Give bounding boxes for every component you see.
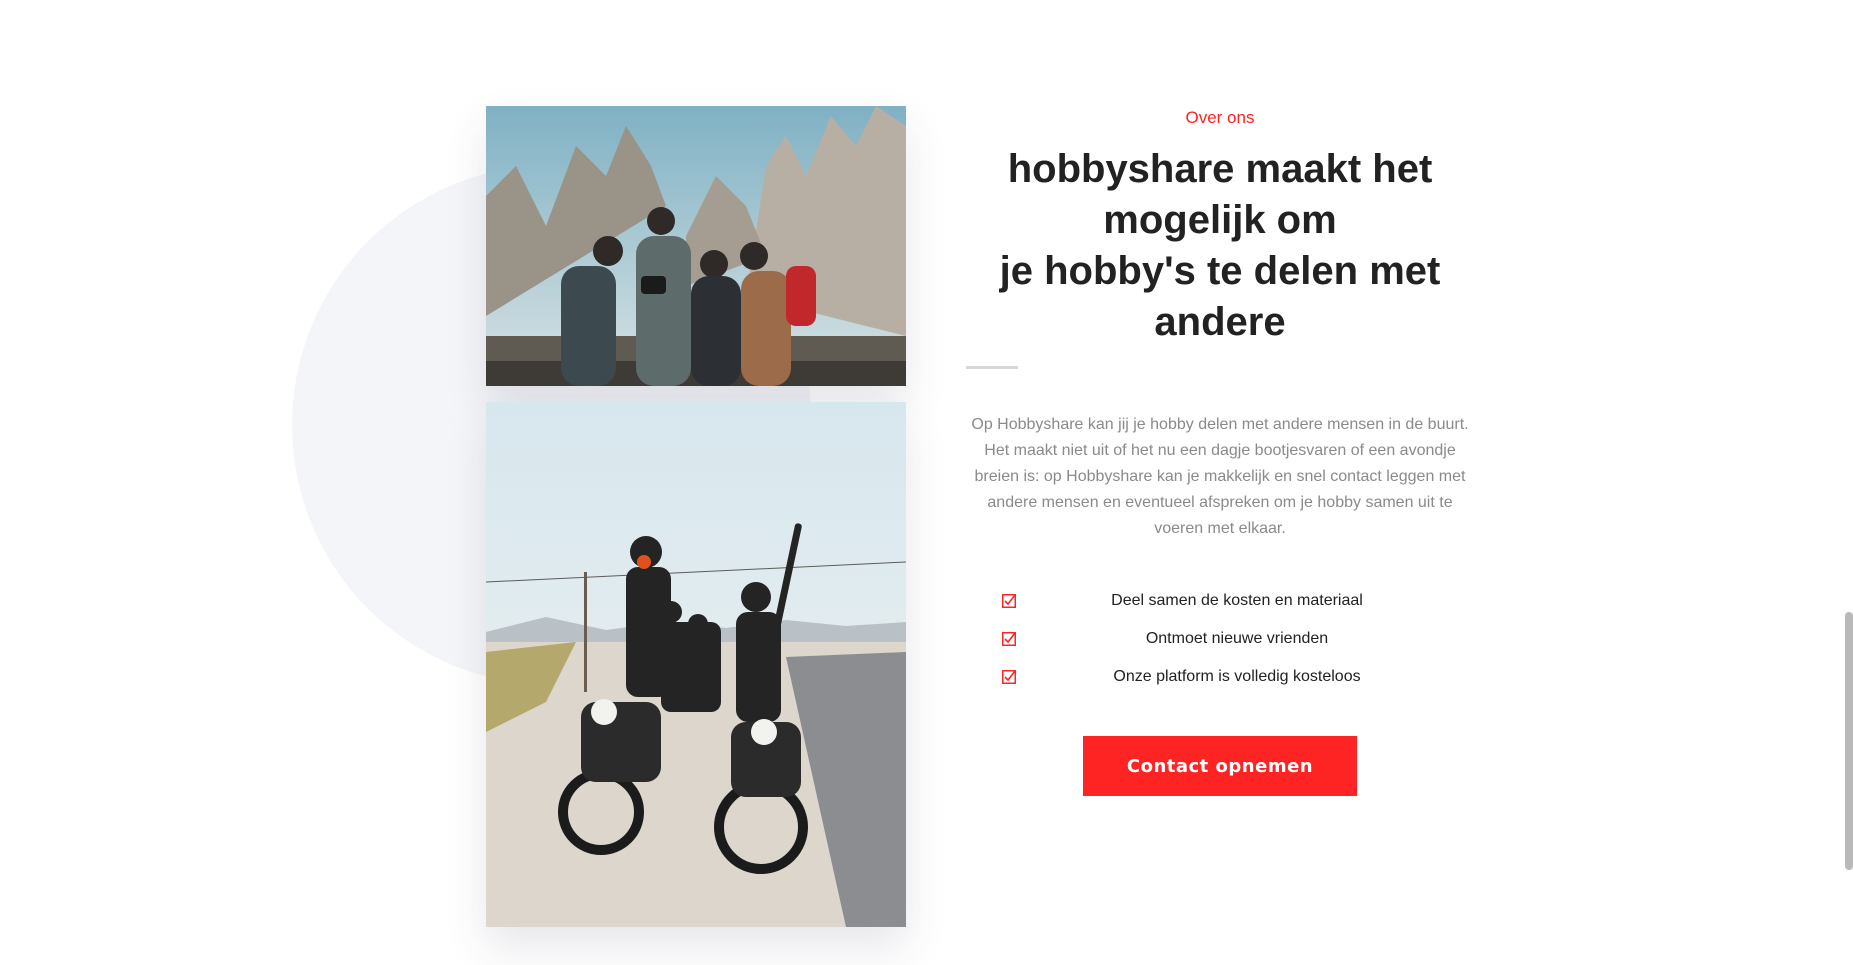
feature-label: Onze platform is volledig kosteloos [1113, 668, 1361, 685]
checked-box-icon [1002, 670, 1016, 684]
feature-item: Deel samen de kosten en materiaal [960, 582, 1480, 620]
checked-box-icon [1002, 594, 1016, 608]
title-line: je hobby's te delen met [999, 249, 1441, 293]
checked-box-icon [1002, 632, 1016, 646]
group-of-hikers-photo [486, 106, 906, 386]
feature-label: Deel samen de kosten en materiaal [1111, 592, 1363, 609]
title-line: andere [1154, 300, 1286, 344]
feature-label: Ontmoet nieuwe vrienden [1145, 630, 1329, 647]
page-scrollbar-thumb[interactable] [1845, 612, 1853, 870]
motorcycle-riders-photo [486, 402, 906, 927]
intro-paragraph: Op Hobbyshare kan jij je hobby delen met… [971, 416, 1469, 537]
feature-item: Ontmoet nieuwe vrienden [960, 620, 1480, 658]
feature-item: Onze platform is volledig kosteloos [960, 658, 1480, 696]
page-title: hobbyshare maakt het mogelijk om je hobb… [960, 144, 1480, 348]
feature-list: Deel samen de kosten en materiaal Ontmoe… [960, 582, 1480, 696]
contact-button[interactable]: Contact opnemen [1083, 736, 1357, 796]
section-eyebrow: Over ons [1185, 108, 1255, 127]
title-divider [966, 366, 1018, 369]
title-line: hobbyshare maakt het [1007, 147, 1433, 191]
about-section: Over ons hobbyshare maakt het mogelijk o… [960, 106, 1480, 796]
title-line: mogelijk om [1103, 198, 1337, 242]
